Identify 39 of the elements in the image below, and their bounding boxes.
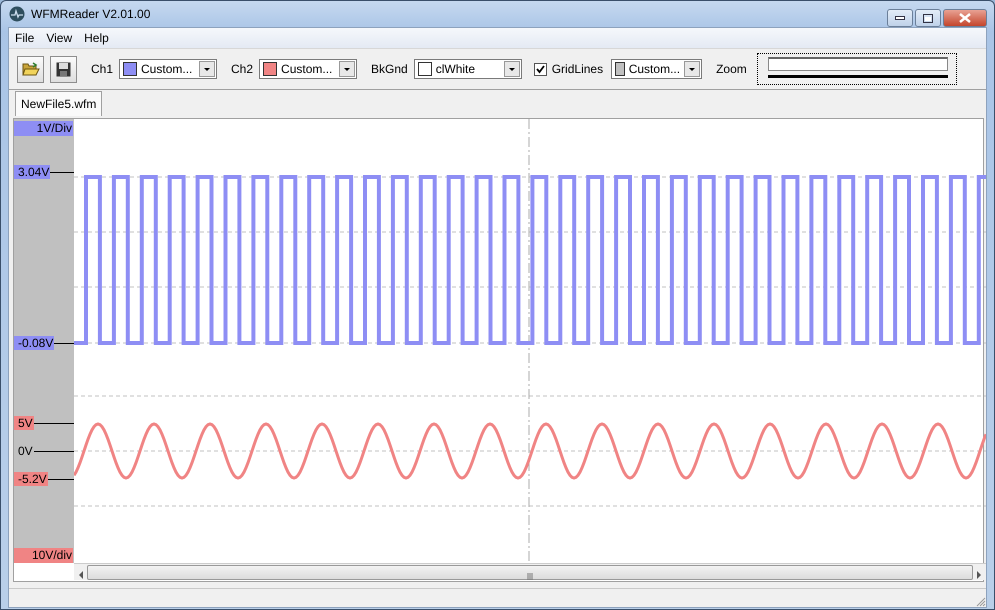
scale-label: 10V/div bbox=[14, 548, 73, 563]
zoom-label: Zoom bbox=[716, 62, 747, 76]
tick-mark bbox=[34, 422, 74, 424]
color-dropdown[interactable]: Custom... bbox=[119, 59, 218, 79]
level-label: -0.08V bbox=[14, 336, 54, 350]
menu-item[interactable]: Help bbox=[78, 31, 115, 45]
maximize-button[interactable] bbox=[915, 9, 941, 27]
combo-label: BkGnd bbox=[371, 62, 408, 76]
resize-grip-icon[interactable] bbox=[975, 596, 986, 607]
scale-label: 1V/Div bbox=[14, 121, 73, 136]
minimize-icon bbox=[895, 16, 905, 20]
tick-mark bbox=[34, 450, 74, 452]
minimize-button[interactable] bbox=[887, 9, 913, 27]
window-title: WFMReader V2.01.00 bbox=[31, 7, 150, 21]
menu-item[interactable]: View bbox=[40, 31, 78, 45]
level-label: 5V bbox=[14, 416, 34, 430]
close-button[interactable] bbox=[943, 9, 987, 27]
combo-label: Ch1 bbox=[91, 62, 114, 76]
open-button[interactable] bbox=[17, 56, 44, 82]
maximize-icon bbox=[923, 14, 933, 22]
close-icon bbox=[959, 13, 971, 23]
level-label: 0V bbox=[17, 444, 34, 458]
color-dropdown[interactable]: Custom... bbox=[259, 59, 358, 79]
level-label: -5.2V bbox=[14, 472, 48, 486]
color-dropdown[interactable]: clWhite bbox=[414, 59, 522, 79]
combo-label: Ch2 bbox=[231, 62, 254, 76]
tick-mark bbox=[48, 478, 74, 480]
menu-item[interactable]: File bbox=[9, 31, 40, 45]
level-label: 3.04V bbox=[14, 165, 50, 179]
gridlines-checkbox[interactable]: GridLines bbox=[534, 62, 604, 76]
app-icon bbox=[9, 6, 25, 22]
folder-icon bbox=[22, 62, 40, 76]
tick-mark bbox=[54, 342, 74, 344]
checkmark-icon bbox=[536, 64, 545, 74]
file-tab[interactable]: NewFile5.wfm bbox=[15, 91, 102, 116]
save-button[interactable] bbox=[50, 56, 77, 82]
scroll-right-icon[interactable] bbox=[975, 568, 983, 576]
color-dropdown[interactable]: Custom... bbox=[611, 59, 702, 79]
zoom-slider[interactable] bbox=[756, 53, 957, 85]
